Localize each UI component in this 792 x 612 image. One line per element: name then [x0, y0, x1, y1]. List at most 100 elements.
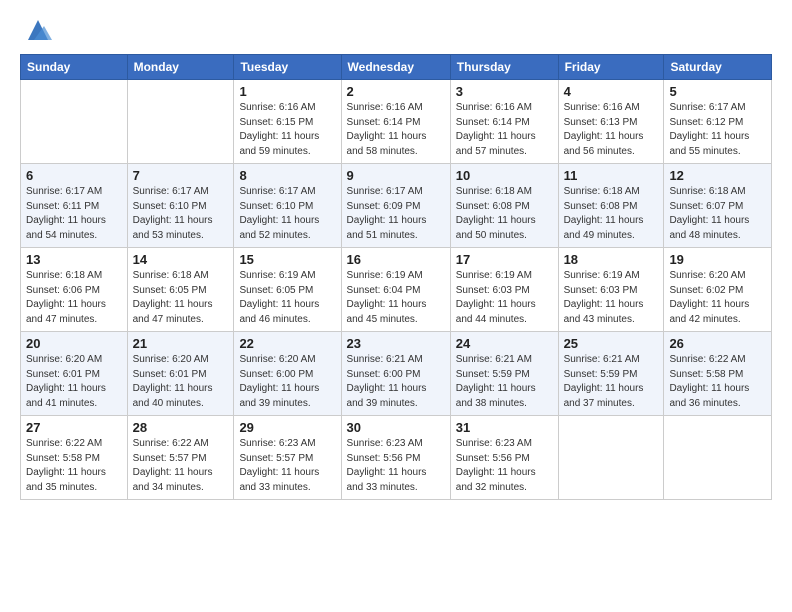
calendar-cell [21, 80, 128, 164]
day-number: 28 [133, 420, 229, 435]
day-of-week-header: Tuesday [234, 55, 341, 80]
calendar-cell: 31 Sunrise: 6:23 AM Sunset: 5:56 PM Dayli… [450, 416, 558, 500]
calendar-cell: 24 Sunrise: 6:21 AM Sunset: 5:59 PM Dayli… [450, 332, 558, 416]
calendar-cell: 13 Sunrise: 6:18 AM Sunset: 6:06 PM Dayli… [21, 248, 128, 332]
day-number: 29 [239, 420, 335, 435]
day-number: 26 [669, 336, 766, 351]
day-info: Sunrise: 6:17 AM Sunset: 6:11 PM Dayligh… [26, 185, 122, 243]
calendar-cell: 16 Sunrise: 6:19 AM Sunset: 6:04 PM Dayli… [341, 248, 450, 332]
day-info: Sunrise: 6:18 AM Sunset: 6:05 PM Dayligh… [133, 269, 229, 327]
day-of-week-header: Sunday [21, 55, 128, 80]
calendar-week-row: 27 Sunrise: 6:22 AM Sunset: 5:58 PM Dayli… [21, 416, 772, 500]
day-number: 19 [669, 252, 766, 267]
day-of-week-header: Wednesday [341, 55, 450, 80]
day-info: Sunrise: 6:23 AM Sunset: 5:57 PM Dayligh… [239, 437, 335, 495]
day-number: 6 [26, 168, 122, 183]
page: SundayMondayTuesdayWednesdayThursdayFrid… [0, 0, 792, 612]
day-of-week-header: Friday [558, 55, 664, 80]
calendar-week-row: 6 Sunrise: 6:17 AM Sunset: 6:11 PM Daylig… [21, 164, 772, 248]
calendar-cell: 30 Sunrise: 6:23 AM Sunset: 5:56 PM Dayli… [341, 416, 450, 500]
calendar-cell [664, 416, 772, 500]
day-number: 10 [456, 168, 553, 183]
calendar-cell: 4 Sunrise: 6:16 AM Sunset: 6:13 PM Daylig… [558, 80, 664, 164]
day-number: 20 [26, 336, 122, 351]
day-info: Sunrise: 6:21 AM Sunset: 5:59 PM Dayligh… [564, 353, 659, 411]
calendar-cell: 18Sunrise: 6:19 AM Sunset: 6:03 PM Dayli… [558, 248, 664, 332]
calendar-cell: 23 Sunrise: 6:21 AM Sunset: 6:00 PM Dayli… [341, 332, 450, 416]
calendar-cell: 12Sunrise: 6:18 AM Sunset: 6:07 PM Dayli… [664, 164, 772, 248]
day-number: 21 [133, 336, 229, 351]
day-info: Sunrise: 6:23 AM Sunset: 5:56 PM Dayligh… [456, 437, 553, 495]
calendar-cell: 17 Sunrise: 6:19 AM Sunset: 6:03 PM Dayli… [450, 248, 558, 332]
calendar-cell: 8 Sunrise: 6:17 AM Sunset: 6:10 PM Daylig… [234, 164, 341, 248]
day-info: Sunrise: 6:18 AM Sunset: 6:07 PM Dayligh… [669, 185, 766, 243]
logo-icon [24, 16, 52, 44]
day-number: 27 [26, 420, 122, 435]
logo [20, 16, 52, 44]
day-number: 3 [456, 84, 553, 99]
day-number: 17 [456, 252, 553, 267]
calendar-week-row: 13 Sunrise: 6:18 AM Sunset: 6:06 PM Dayli… [21, 248, 772, 332]
calendar-cell: 7Sunrise: 6:17 AM Sunset: 6:10 PM Daylig… [127, 164, 234, 248]
calendar-cell: 29 Sunrise: 6:23 AM Sunset: 5:57 PM Dayli… [234, 416, 341, 500]
calendar-header-row: SundayMondayTuesdayWednesdayThursdayFrid… [21, 55, 772, 80]
header [20, 16, 772, 44]
day-info: Sunrise: 6:21 AM Sunset: 6:00 PM Dayligh… [347, 353, 445, 411]
day-number: 7 [133, 168, 229, 183]
day-number: 22 [239, 336, 335, 351]
calendar-cell: 5Sunrise: 6:17 AM Sunset: 6:12 PM Daylig… [664, 80, 772, 164]
day-of-week-header: Saturday [664, 55, 772, 80]
day-info: Sunrise: 6:19 AM Sunset: 6:04 PM Dayligh… [347, 269, 445, 327]
day-info: Sunrise: 6:20 AM Sunset: 6:02 PM Dayligh… [669, 269, 766, 327]
calendar-week-row: 1Sunrise: 6:16 AM Sunset: 6:15 PM Daylig… [21, 80, 772, 164]
day-number: 18 [564, 252, 659, 267]
day-number: 23 [347, 336, 445, 351]
day-info: Sunrise: 6:17 AM Sunset: 6:09 PM Dayligh… [347, 185, 445, 243]
day-info: Sunrise: 6:16 AM Sunset: 6:15 PM Dayligh… [239, 101, 335, 159]
day-of-week-header: Thursday [450, 55, 558, 80]
day-info: Sunrise: 6:23 AM Sunset: 5:56 PM Dayligh… [347, 437, 445, 495]
calendar-cell: 25 Sunrise: 6:21 AM Sunset: 5:59 PM Dayli… [558, 332, 664, 416]
day-number: 4 [564, 84, 659, 99]
day-number: 2 [347, 84, 445, 99]
calendar-cell [127, 80, 234, 164]
calendar-cell: 21 Sunrise: 6:20 AM Sunset: 6:01 PM Dayli… [127, 332, 234, 416]
day-info: Sunrise: 6:16 AM Sunset: 6:13 PM Dayligh… [564, 101, 659, 159]
day-number: 30 [347, 420, 445, 435]
calendar-cell: 3 Sunrise: 6:16 AM Sunset: 6:14 PM Daylig… [450, 80, 558, 164]
calendar-cell: 11Sunrise: 6:18 AM Sunset: 6:08 PM Dayli… [558, 164, 664, 248]
day-number: 5 [669, 84, 766, 99]
day-info: Sunrise: 6:19 AM Sunset: 6:05 PM Dayligh… [239, 269, 335, 327]
calendar-cell: 14Sunrise: 6:18 AM Sunset: 6:05 PM Dayli… [127, 248, 234, 332]
calendar-week-row: 20 Sunrise: 6:20 AM Sunset: 6:01 PM Dayli… [21, 332, 772, 416]
day-number: 8 [239, 168, 335, 183]
calendar-cell: 9 Sunrise: 6:17 AM Sunset: 6:09 PM Daylig… [341, 164, 450, 248]
day-info: Sunrise: 6:22 AM Sunset: 5:58 PM Dayligh… [669, 353, 766, 411]
day-number: 31 [456, 420, 553, 435]
day-of-week-header: Monday [127, 55, 234, 80]
day-info: Sunrise: 6:16 AM Sunset: 6:14 PM Dayligh… [347, 101, 445, 159]
calendar-cell: 27 Sunrise: 6:22 AM Sunset: 5:58 PM Dayli… [21, 416, 128, 500]
day-info: Sunrise: 6:18 AM Sunset: 6:06 PM Dayligh… [26, 269, 122, 327]
calendar-table: SundayMondayTuesdayWednesdayThursdayFrid… [20, 54, 772, 500]
day-number: 9 [347, 168, 445, 183]
calendar-cell: 20 Sunrise: 6:20 AM Sunset: 6:01 PM Dayli… [21, 332, 128, 416]
day-number: 11 [564, 168, 659, 183]
day-number: 16 [347, 252, 445, 267]
day-number: 15 [239, 252, 335, 267]
day-number: 24 [456, 336, 553, 351]
day-number: 13 [26, 252, 122, 267]
day-info: Sunrise: 6:21 AM Sunset: 5:59 PM Dayligh… [456, 353, 553, 411]
day-info: Sunrise: 6:19 AM Sunset: 6:03 PM Dayligh… [456, 269, 553, 327]
day-info: Sunrise: 6:22 AM Sunset: 5:58 PM Dayligh… [26, 437, 122, 495]
day-info: Sunrise: 6:17 AM Sunset: 6:10 PM Dayligh… [239, 185, 335, 243]
calendar-cell: 15 Sunrise: 6:19 AM Sunset: 6:05 PM Dayli… [234, 248, 341, 332]
calendar-cell: 1Sunrise: 6:16 AM Sunset: 6:15 PM Daylig… [234, 80, 341, 164]
calendar-cell: 19 Sunrise: 6:20 AM Sunset: 6:02 PM Dayli… [664, 248, 772, 332]
day-info: Sunrise: 6:22 AM Sunset: 5:57 PM Dayligh… [133, 437, 229, 495]
day-info: Sunrise: 6:16 AM Sunset: 6:14 PM Dayligh… [456, 101, 553, 159]
day-info: Sunrise: 6:20 AM Sunset: 6:01 PM Dayligh… [26, 353, 122, 411]
day-number: 25 [564, 336, 659, 351]
day-info: Sunrise: 6:20 AM Sunset: 6:01 PM Dayligh… [133, 353, 229, 411]
calendar-cell: 22Sunrise: 6:20 AM Sunset: 6:00 PM Dayli… [234, 332, 341, 416]
